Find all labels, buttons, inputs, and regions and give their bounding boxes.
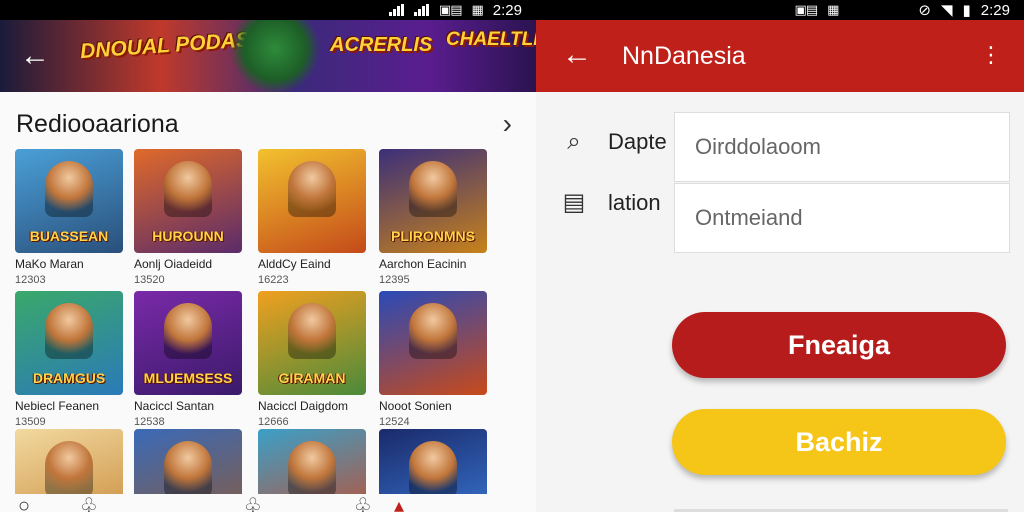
text-field[interactable]: Oirddolaoom: [674, 112, 1010, 182]
banner-hero-art: [230, 20, 320, 92]
game-count: 12538: [134, 416, 165, 428]
character-art: [288, 161, 336, 217]
game-list-screen: ← DNOUAL PODASSIN ACRERLIS CHAELTLNS Red…: [0, 20, 536, 512]
character-art: [409, 441, 457, 497]
game-logo-text: BUASSEAN: [29, 228, 109, 244]
notification-icon: ▣▤: [794, 2, 819, 17]
thumb-icon[interactable]: ♧: [354, 493, 372, 512]
signal-icon: [388, 4, 404, 16]
game-logo-text: PLIRONMNS: [391, 228, 475, 244]
character-art: [288, 303, 336, 359]
section-header[interactable]: Rediooaariona ›: [16, 109, 512, 138]
character-art: [288, 441, 336, 497]
battery-icon: ▮: [962, 2, 971, 19]
game-name: Naciccl Santan: [134, 399, 215, 413]
form-row-location: ▤ lation: [562, 188, 661, 217]
game-tile[interactable]: Nooot Sonien 12524: [379, 291, 487, 428]
game-thumbnail[interactable]: HUROUNN: [134, 149, 242, 253]
character-art: [45, 441, 93, 497]
game-logo-text: HUROUNN: [152, 228, 224, 244]
character-art: [409, 303, 457, 359]
app-bar: ← NnDanesia ⋮: [536, 20, 1024, 92]
game-tile[interactable]: MLUEMSESS Naciccl Santan 12538: [134, 291, 242, 428]
primary-button[interactable]: Fneaiga: [672, 312, 1006, 378]
calendar-icon: ▤: [562, 189, 586, 216]
game-logo-text: DRAMGUS: [32, 370, 106, 386]
character-art: [164, 441, 212, 497]
signal-icon: [413, 4, 429, 16]
form-screen: ← NnDanesia ⋮ ⌕ Dapte Oirddolaoom ▤ lati…: [536, 20, 1024, 512]
status-time: 2:29: [980, 1, 1010, 19]
game-count: 16223: [258, 274, 289, 286]
character-art: [45, 303, 93, 359]
game-thumbnail[interactable]: [379, 291, 487, 395]
status-time: 2:29: [492, 1, 522, 19]
game-thumbnail[interactable]: DRAMGUS: [15, 291, 123, 395]
form-row-date: ⌕ Dapte: [562, 128, 667, 156]
game-name: Aonlj Oiadeidd: [134, 257, 213, 271]
notification-icon: ▣▤: [438, 2, 463, 17]
character-art: [164, 303, 212, 359]
status-bar-right: ▣▤ ▦ ⊘ ◥ ▮ 2:29: [536, 0, 1024, 20]
banner-logo: CHAELTLNS: [446, 29, 536, 50]
active-indicator-icon[interactable]: ▴: [394, 493, 404, 512]
game-name: Nooot Sonien: [379, 399, 452, 413]
banner-logo: ACRERLIS: [330, 34, 433, 56]
game-tile[interactable]: GIRAMAN Naciccl Daigdom 12666: [258, 291, 366, 428]
game-count: 12524: [379, 416, 410, 428]
bottom-nav: ○ ♧ ♧ ♧ ▴: [0, 494, 536, 512]
back-arrow-icon[interactable]: ←: [562, 37, 592, 73]
game-thumbnail[interactable]: PLIRONMNS: [379, 149, 487, 253]
notification-icon: ▦: [471, 2, 484, 17]
search-icon[interactable]: ○: [18, 495, 30, 512]
game-logo-text: MLUEMSESS: [143, 370, 233, 386]
game-name: MaKo Maran: [15, 257, 84, 271]
game-tile[interactable]: AlddCy Eaind 16223: [258, 149, 366, 286]
search-icon: ⌕: [567, 128, 581, 155]
thumb-icon[interactable]: ♧: [244, 493, 262, 512]
thumb-icon[interactable]: ♧: [80, 493, 98, 512]
alarm-icon: ⊘: [918, 2, 931, 19]
wifi-icon: ◥: [940, 2, 953, 19]
game-count: 13509: [15, 416, 46, 428]
game-thumbnail[interactable]: BUASSEAN: [15, 149, 123, 253]
game-count: 12666: [258, 416, 289, 428]
notification-icon: ▦: [827, 2, 839, 17]
game-count: 12303: [15, 274, 46, 286]
field-label: lation: [608, 189, 661, 215]
game-count: 12395: [379, 274, 410, 286]
game-tile[interactable]: BUASSEAN MaKo Maran 12303: [15, 149, 123, 286]
game-thumbnail[interactable]: MLUEMSESS: [134, 291, 242, 395]
header-banner: ← DNOUAL PODASSIN ACRERLIS CHAELTLNS: [0, 20, 536, 92]
text-field[interactable]: Ontmeiand: [674, 183, 1010, 253]
game-name: Aarchon Eacinin: [379, 257, 467, 271]
game-thumbnail[interactable]: GIRAMAN: [258, 291, 366, 395]
chevron-right-icon[interactable]: ›: [503, 110, 512, 138]
game-logo-text: GIRAMAN: [278, 370, 346, 386]
character-art: [164, 161, 212, 217]
section-title: Rediooaariona: [16, 109, 179, 138]
more-vert-icon[interactable]: ⋮: [980, 40, 1002, 70]
game-name: AlddCy Eaind: [258, 257, 331, 271]
game-count: 13520: [134, 274, 165, 286]
game-tile[interactable]: PLIRONMNS Aarchon Eacinin 12395: [379, 149, 487, 286]
game-tile[interactable]: DRAMGUS Nebiecl Feanen 13509: [15, 291, 123, 428]
back-arrow-icon[interactable]: ←: [20, 38, 50, 74]
secondary-button[interactable]: Bachiz: [672, 409, 1006, 475]
game-name: Nebiecl Feanen: [15, 399, 100, 413]
field-label: Dapte: [608, 129, 667, 154]
game-tile[interactable]: HUROUNN Aonlj Oiadeidd 13520: [134, 149, 242, 286]
game-thumbnail[interactable]: [258, 149, 366, 253]
character-art: [409, 161, 457, 217]
game-name: Naciccl Daigdom: [258, 399, 349, 413]
page-title: NnDanesia: [622, 42, 746, 70]
status-bar-left: ▣▤ ▦ 2:29: [0, 0, 536, 20]
character-art: [45, 161, 93, 217]
